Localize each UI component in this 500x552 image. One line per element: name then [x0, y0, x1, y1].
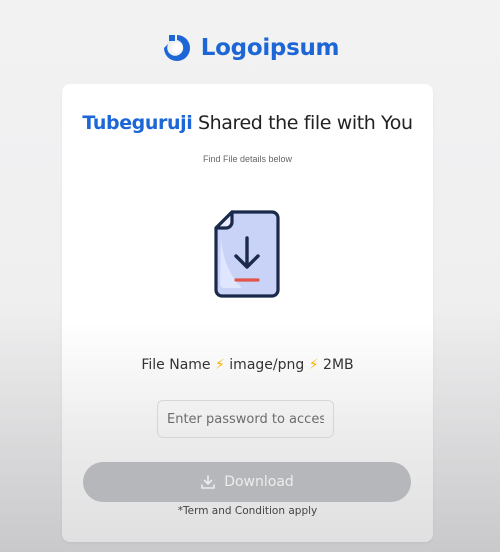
share-card: Tubeguruji Shared the file with You Find…: [62, 84, 433, 542]
file-meta: File Name ⚡ image/png ⚡ 2MB: [62, 357, 433, 373]
file-name-label: File Name: [141, 357, 211, 373]
download-icon: [201, 475, 216, 489]
lightning-bolt-icon: ⚡: [308, 357, 319, 373]
file-size: 2MB: [323, 357, 354, 373]
logo-mark-icon: [163, 35, 190, 61]
terms-note[interactable]: *Term and Condition apply: [62, 505, 433, 517]
share-title: Tubeguruji Shared the file with You: [62, 112, 433, 134]
share-message: Shared the file with You: [192, 112, 413, 134]
brand-logo: Logoipsum: [0, 32, 500, 64]
share-subtitle: Find File details below: [202, 154, 293, 164]
lightning-bolt-icon: ⚡: [215, 357, 225, 373]
sharer-name: Tubeguruji: [82, 112, 193, 134]
file-download-icon: [214, 210, 280, 298]
file-type: image/png: [229, 357, 305, 373]
password-input[interactable]: [157, 400, 334, 438]
download-button[interactable]: Download: [83, 462, 411, 502]
download-label: Download: [224, 474, 294, 490]
brand-name: Logoipsum: [200, 35, 340, 61]
